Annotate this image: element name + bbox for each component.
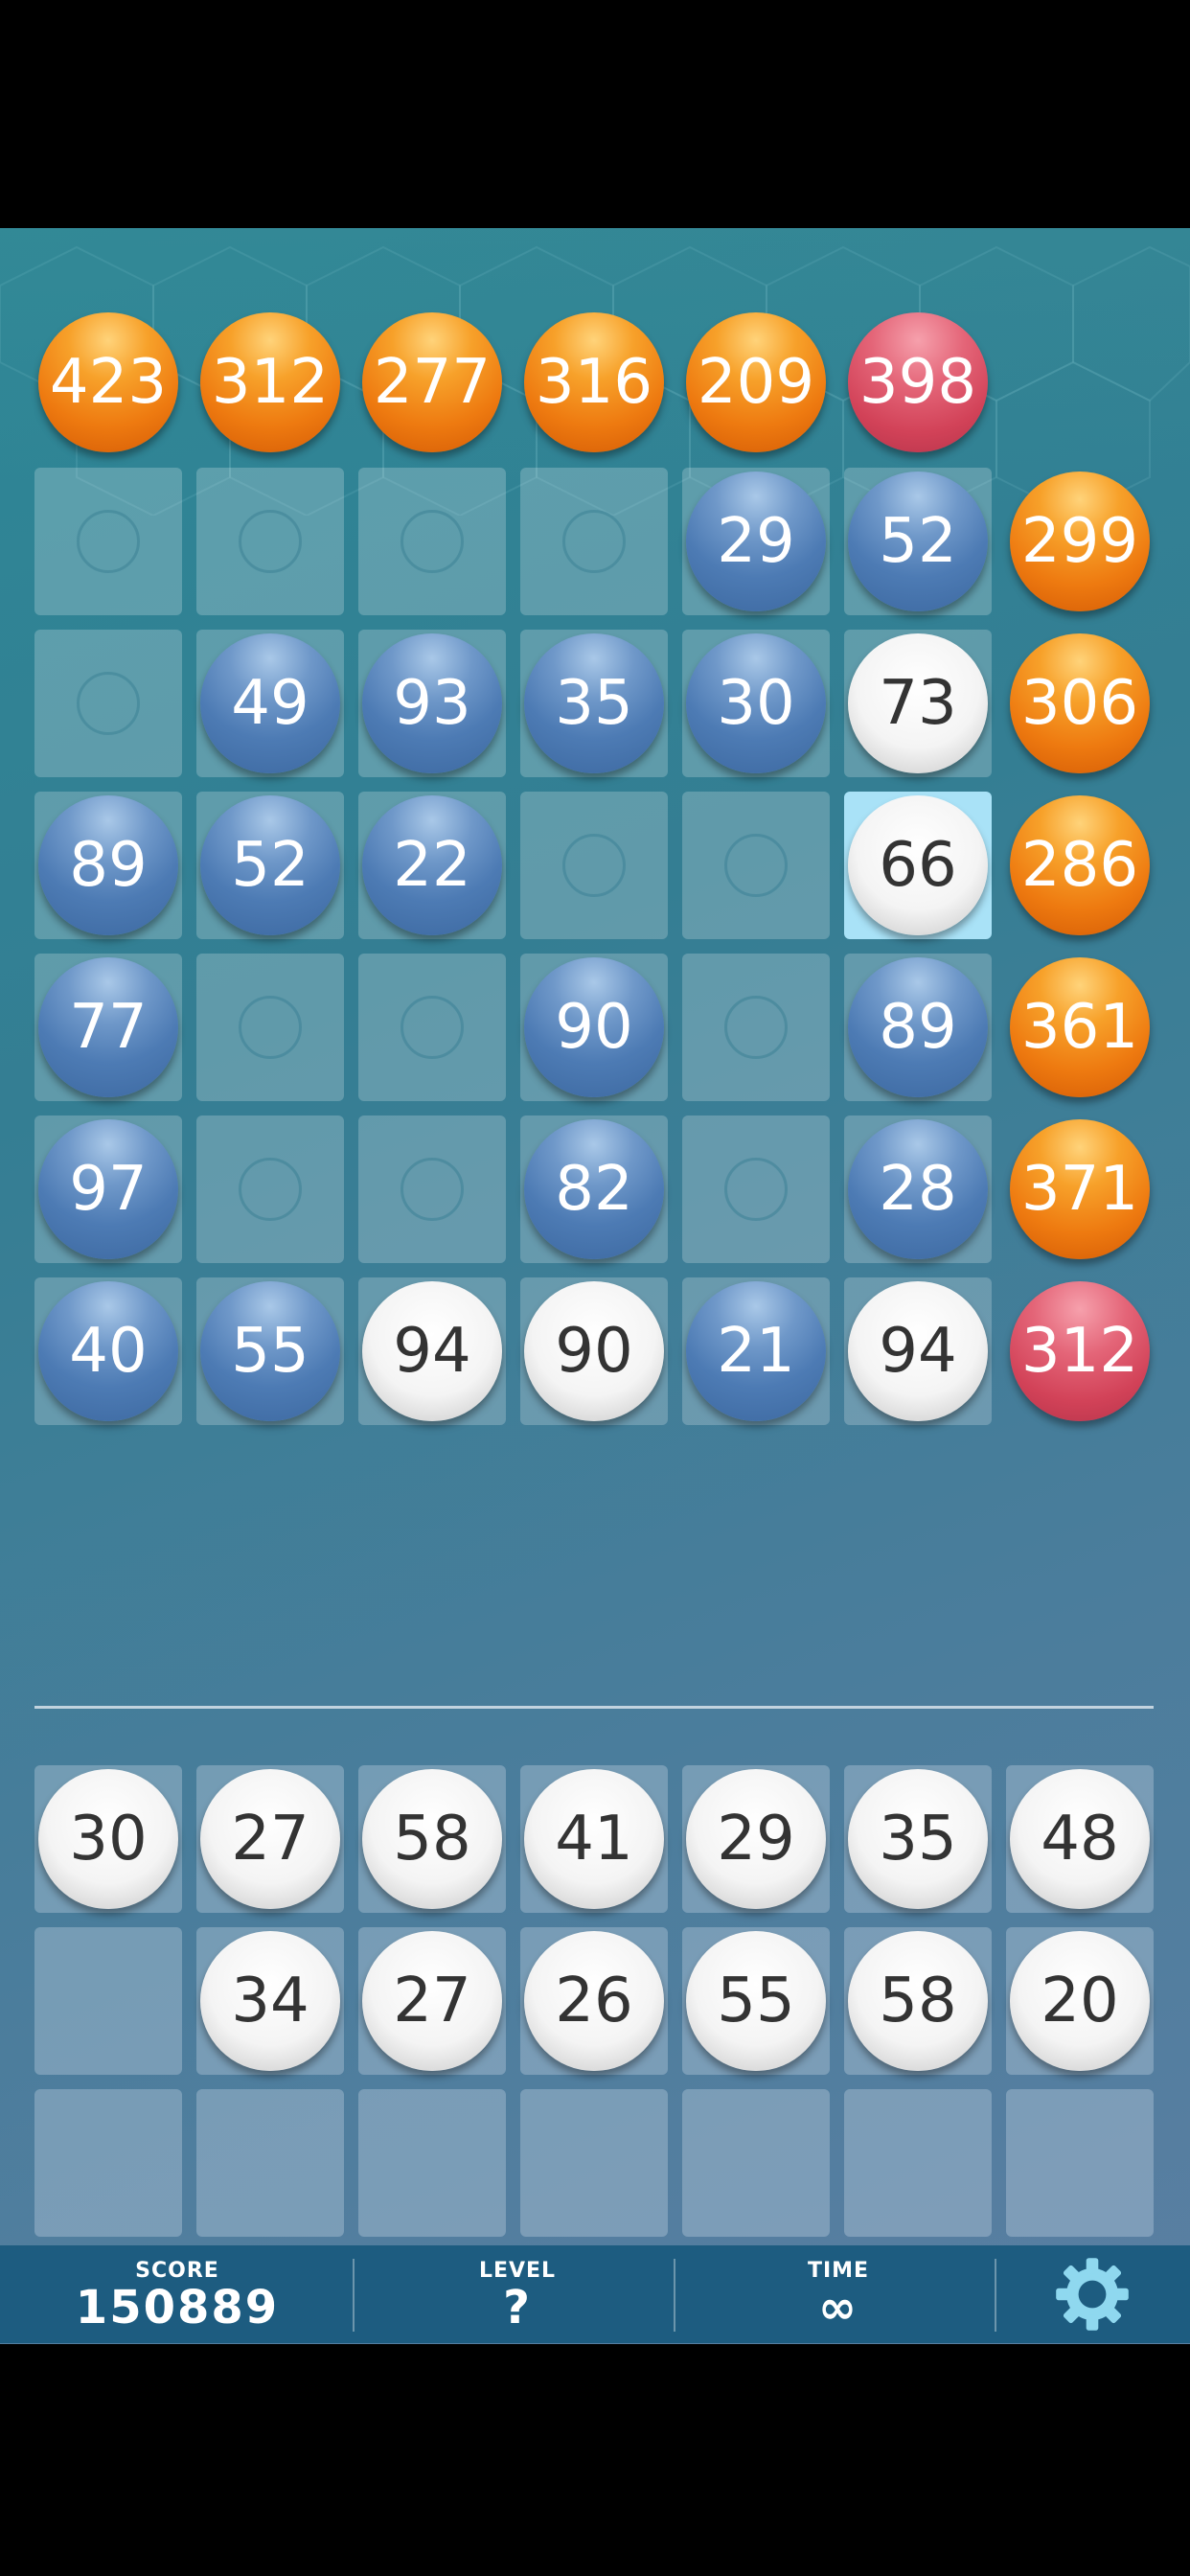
- column-target-ball[interactable]: 398: [848, 312, 988, 452]
- grid-ball[interactable]: 49: [200, 633, 340, 773]
- row-target-ball[interactable]: 312: [1010, 1281, 1150, 1421]
- empty-slot-icon: [77, 672, 140, 735]
- grid-ball[interactable]: 35: [524, 633, 664, 773]
- grid-ball[interactable]: 89: [848, 957, 988, 1097]
- empty-slot-icon: [724, 1158, 788, 1221]
- grid-ball[interactable]: 52: [848, 472, 988, 611]
- tray-ball[interactable]: 26: [524, 1931, 664, 2071]
- tray-ball[interactable]: 27: [200, 1769, 340, 1909]
- empty-slot-icon: [400, 996, 464, 1059]
- grid-cell[interactable]: [34, 468, 182, 615]
- empty-slot-icon: [77, 510, 140, 573]
- grid-ball[interactable]: 77: [38, 957, 178, 1097]
- score-label: SCORE: [135, 2259, 219, 2283]
- column-target-ball[interactable]: 277: [362, 312, 502, 452]
- empty-slot-icon: [724, 996, 788, 1059]
- tray-ball[interactable]: 55: [686, 1931, 826, 2071]
- tray-cell[interactable]: [520, 2089, 668, 2237]
- empty-slot-icon: [239, 996, 302, 1059]
- separator: [995, 2259, 996, 2332]
- row-target-ball[interactable]: 299: [1010, 472, 1150, 611]
- grid-ball[interactable]: 30: [686, 633, 826, 773]
- grid-ball[interactable]: 94: [848, 1281, 988, 1421]
- tray-ball[interactable]: 34: [200, 1931, 340, 2071]
- empty-slot-icon: [562, 834, 626, 897]
- game-board: SCORE 150889 LEVEL ? TIME ∞ 423 312 277 …: [0, 228, 1190, 2344]
- separator: [353, 2259, 355, 2332]
- time-section: TIME ∞: [685, 2245, 992, 2343]
- tray-ball[interactable]: 30: [38, 1769, 178, 1909]
- empty-slot-icon: [239, 510, 302, 573]
- empty-slot-icon: [724, 834, 788, 897]
- row-target-ball[interactable]: 361: [1010, 957, 1150, 1097]
- grid-cell[interactable]: [358, 1116, 506, 1263]
- level-value: ?: [503, 2281, 532, 2334]
- empty-slot-icon: [400, 1158, 464, 1221]
- grid-cell[interactable]: [682, 1116, 830, 1263]
- tray-cell[interactable]: [844, 2089, 992, 2237]
- row-target-ball[interactable]: 306: [1010, 633, 1150, 773]
- gear-icon[interactable]: [1049, 2251, 1135, 2337]
- grid-cell[interactable]: [34, 630, 182, 777]
- grid-ball[interactable]: 66: [848, 795, 988, 935]
- column-target-ball[interactable]: 423: [38, 312, 178, 452]
- grid-ball[interactable]: 90: [524, 957, 664, 1097]
- time-value: ∞: [818, 2281, 858, 2334]
- tray-cell[interactable]: [196, 2089, 344, 2237]
- tray-ball[interactable]: 35: [848, 1769, 988, 1909]
- empty-slot-icon: [400, 510, 464, 573]
- tray-cell[interactable]: [34, 2089, 182, 2237]
- score-value: 150889: [75, 2281, 280, 2334]
- grid-cell[interactable]: [358, 468, 506, 615]
- tray-ball[interactable]: 27: [362, 1931, 502, 2071]
- tray-ball[interactable]: 58: [848, 1931, 988, 2071]
- divider: [34, 1706, 1154, 1709]
- grid-ball[interactable]: 97: [38, 1119, 178, 1259]
- grid-cell[interactable]: [682, 792, 830, 939]
- grid-ball[interactable]: 28: [848, 1119, 988, 1259]
- grid-cell[interactable]: [196, 468, 344, 615]
- grid-cell[interactable]: [682, 954, 830, 1101]
- level-section: LEVEL ?: [364, 2245, 671, 2343]
- empty-slot-icon: [239, 1158, 302, 1221]
- row-target-ball[interactable]: 286: [1010, 795, 1150, 935]
- column-target-ball[interactable]: 209: [686, 312, 826, 452]
- grid-ball[interactable]: 90: [524, 1281, 664, 1421]
- grid-ball[interactable]: 22: [362, 795, 502, 935]
- tray-ball[interactable]: 58: [362, 1769, 502, 1909]
- status-bar: SCORE 150889 LEVEL ? TIME ∞: [0, 2245, 1190, 2343]
- tray-cell[interactable]: [358, 2089, 506, 2237]
- tray-ball[interactable]: 48: [1010, 1769, 1150, 1909]
- grid-ball[interactable]: 55: [200, 1281, 340, 1421]
- grid-ball[interactable]: 82: [524, 1119, 664, 1259]
- separator: [674, 2259, 675, 2332]
- tray-ball[interactable]: 20: [1010, 1931, 1150, 2071]
- score-section: SCORE 150889: [19, 2245, 335, 2343]
- column-target-ball[interactable]: 316: [524, 312, 664, 452]
- grid-ball[interactable]: 89: [38, 795, 178, 935]
- grid-cell[interactable]: [520, 792, 668, 939]
- tray-cell[interactable]: [682, 2089, 830, 2237]
- grid-ball[interactable]: 52: [200, 795, 340, 935]
- grid-ball[interactable]: 21: [686, 1281, 826, 1421]
- grid-ball[interactable]: 73: [848, 633, 988, 773]
- grid-cell[interactable]: [196, 1116, 344, 1263]
- grid-ball[interactable]: 94: [362, 1281, 502, 1421]
- level-label: LEVEL: [478, 2259, 557, 2283]
- grid-ball[interactable]: 93: [362, 633, 502, 773]
- column-target-ball[interactable]: 312: [200, 312, 340, 452]
- grid-ball[interactable]: 29: [686, 472, 826, 611]
- time-label: TIME: [807, 2259, 870, 2283]
- settings-button[interactable]: [1016, 2245, 1169, 2343]
- grid-cell[interactable]: [520, 468, 668, 615]
- empty-slot-icon: [562, 510, 626, 573]
- tray-ball[interactable]: 41: [524, 1769, 664, 1909]
- tray-ball[interactable]: 29: [686, 1769, 826, 1909]
- tray-cell[interactable]: [1006, 2089, 1154, 2237]
- grid-cell[interactable]: [196, 954, 344, 1101]
- row-target-ball[interactable]: 371: [1010, 1119, 1150, 1259]
- grid-ball[interactable]: 40: [38, 1281, 178, 1421]
- tray-cell[interactable]: [34, 1927, 182, 2075]
- grid-cell[interactable]: [358, 954, 506, 1101]
